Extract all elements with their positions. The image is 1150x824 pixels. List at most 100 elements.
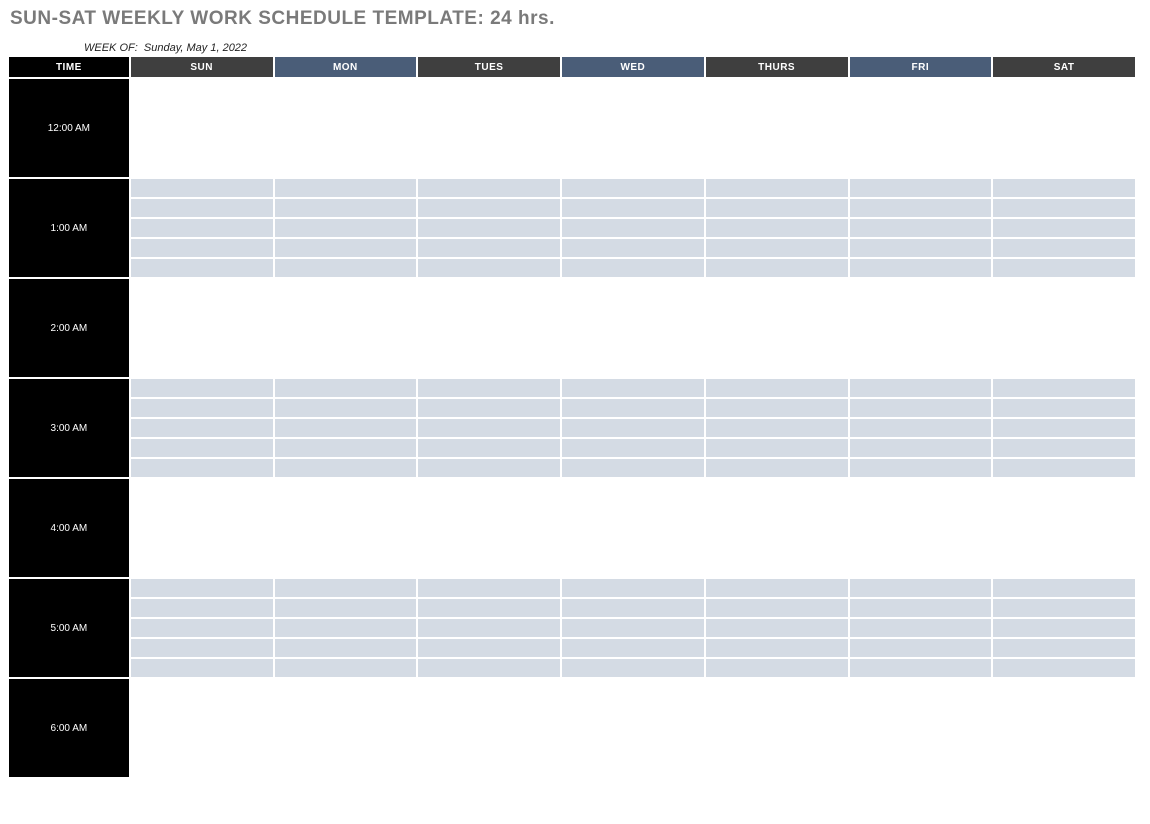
schedule-cell[interactable] bbox=[274, 138, 418, 158]
schedule-cell[interactable] bbox=[274, 558, 418, 578]
schedule-cell[interactable] bbox=[130, 318, 274, 338]
schedule-cell[interactable] bbox=[417, 198, 561, 218]
schedule-cell[interactable] bbox=[274, 98, 418, 118]
schedule-cell[interactable] bbox=[849, 338, 993, 358]
schedule-cell[interactable] bbox=[992, 358, 1136, 378]
schedule-cell[interactable] bbox=[705, 678, 849, 698]
schedule-cell[interactable] bbox=[849, 598, 993, 618]
schedule-cell[interactable] bbox=[849, 278, 993, 298]
schedule-cell[interactable] bbox=[705, 618, 849, 638]
schedule-cell[interactable] bbox=[705, 238, 849, 258]
schedule-cell[interactable] bbox=[274, 438, 418, 458]
schedule-cell[interactable] bbox=[992, 438, 1136, 458]
schedule-cell[interactable] bbox=[130, 718, 274, 738]
schedule-cell[interactable] bbox=[849, 238, 993, 258]
schedule-cell[interactable] bbox=[561, 578, 705, 598]
schedule-cell[interactable] bbox=[130, 498, 274, 518]
schedule-cell[interactable] bbox=[130, 538, 274, 558]
schedule-cell[interactable] bbox=[561, 518, 705, 538]
schedule-cell[interactable] bbox=[849, 658, 993, 678]
schedule-cell[interactable] bbox=[274, 718, 418, 738]
schedule-cell[interactable] bbox=[849, 698, 993, 718]
schedule-cell[interactable] bbox=[705, 458, 849, 478]
schedule-cell[interactable] bbox=[705, 638, 849, 658]
schedule-cell[interactable] bbox=[849, 98, 993, 118]
schedule-cell[interactable] bbox=[849, 118, 993, 138]
schedule-cell[interactable] bbox=[274, 598, 418, 618]
schedule-cell[interactable] bbox=[274, 378, 418, 398]
schedule-cell[interactable] bbox=[417, 358, 561, 378]
schedule-cell[interactable] bbox=[992, 458, 1136, 478]
schedule-cell[interactable] bbox=[417, 218, 561, 238]
schedule-cell[interactable] bbox=[274, 618, 418, 638]
schedule-cell[interactable] bbox=[417, 398, 561, 418]
schedule-cell[interactable] bbox=[849, 358, 993, 378]
schedule-cell[interactable] bbox=[274, 658, 418, 678]
schedule-cell[interactable] bbox=[992, 158, 1136, 178]
schedule-cell[interactable] bbox=[561, 338, 705, 358]
schedule-cell[interactable] bbox=[130, 458, 274, 478]
schedule-cell[interactable] bbox=[417, 478, 561, 498]
schedule-cell[interactable] bbox=[274, 218, 418, 238]
schedule-cell[interactable] bbox=[849, 478, 993, 498]
schedule-cell[interactable] bbox=[130, 298, 274, 318]
schedule-cell[interactable] bbox=[992, 518, 1136, 538]
schedule-cell[interactable] bbox=[992, 638, 1136, 658]
schedule-cell[interactable] bbox=[849, 558, 993, 578]
schedule-cell[interactable] bbox=[992, 378, 1136, 398]
schedule-cell[interactable] bbox=[417, 138, 561, 158]
schedule-cell[interactable] bbox=[274, 198, 418, 218]
schedule-cell[interactable] bbox=[561, 358, 705, 378]
schedule-cell[interactable] bbox=[992, 238, 1136, 258]
schedule-cell[interactable] bbox=[705, 738, 849, 758]
schedule-cell[interactable] bbox=[130, 278, 274, 298]
schedule-cell[interactable] bbox=[705, 558, 849, 578]
schedule-cell[interactable] bbox=[849, 378, 993, 398]
schedule-cell[interactable] bbox=[274, 578, 418, 598]
schedule-cell[interactable] bbox=[130, 658, 274, 678]
schedule-cell[interactable] bbox=[417, 638, 561, 658]
schedule-cell[interactable] bbox=[849, 218, 993, 238]
schedule-cell[interactable] bbox=[849, 258, 993, 278]
schedule-cell[interactable] bbox=[417, 258, 561, 278]
schedule-cell[interactable] bbox=[849, 578, 993, 598]
schedule-cell[interactable] bbox=[705, 578, 849, 598]
schedule-cell[interactable] bbox=[130, 398, 274, 418]
schedule-cell[interactable] bbox=[849, 158, 993, 178]
schedule-cell[interactable] bbox=[274, 338, 418, 358]
schedule-cell[interactable] bbox=[417, 98, 561, 118]
schedule-cell[interactable] bbox=[130, 138, 274, 158]
schedule-cell[interactable] bbox=[130, 198, 274, 218]
schedule-cell[interactable] bbox=[417, 78, 561, 98]
schedule-cell[interactable] bbox=[561, 538, 705, 558]
schedule-cell[interactable] bbox=[705, 658, 849, 678]
schedule-cell[interactable] bbox=[130, 378, 274, 398]
schedule-cell[interactable] bbox=[274, 278, 418, 298]
schedule-cell[interactable] bbox=[417, 678, 561, 698]
schedule-cell[interactable] bbox=[705, 358, 849, 378]
schedule-cell[interactable] bbox=[992, 658, 1136, 678]
schedule-cell[interactable] bbox=[561, 118, 705, 138]
schedule-cell[interactable] bbox=[130, 738, 274, 758]
schedule-cell[interactable] bbox=[274, 458, 418, 478]
schedule-cell[interactable] bbox=[417, 238, 561, 258]
schedule-cell[interactable] bbox=[561, 258, 705, 278]
schedule-cell[interactable] bbox=[561, 418, 705, 438]
schedule-cell[interactable] bbox=[130, 78, 274, 98]
schedule-cell[interactable] bbox=[705, 218, 849, 238]
schedule-cell[interactable] bbox=[561, 738, 705, 758]
schedule-cell[interactable] bbox=[705, 418, 849, 438]
schedule-cell[interactable] bbox=[130, 418, 274, 438]
schedule-cell[interactable] bbox=[274, 738, 418, 758]
schedule-cell[interactable] bbox=[561, 298, 705, 318]
schedule-cell[interactable] bbox=[417, 558, 561, 578]
schedule-cell[interactable] bbox=[561, 78, 705, 98]
schedule-cell[interactable] bbox=[274, 418, 418, 438]
schedule-cell[interactable] bbox=[130, 158, 274, 178]
schedule-cell[interactable] bbox=[705, 538, 849, 558]
schedule-cell[interactable] bbox=[561, 378, 705, 398]
schedule-cell[interactable] bbox=[561, 158, 705, 178]
schedule-cell[interactable] bbox=[130, 238, 274, 258]
schedule-cell[interactable] bbox=[274, 758, 418, 778]
schedule-cell[interactable] bbox=[561, 698, 705, 718]
